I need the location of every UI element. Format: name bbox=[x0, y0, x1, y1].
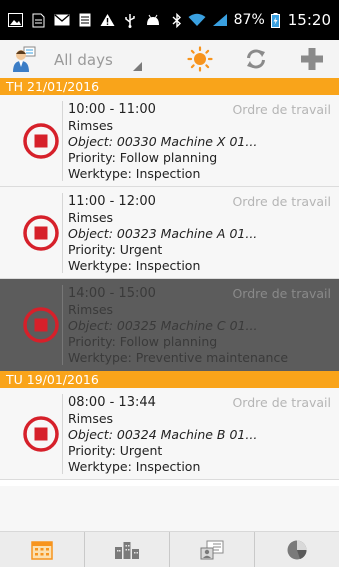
work-order-item[interactable]: Ordre de travail 10:00 - 11:00 Rimses Ob… bbox=[0, 95, 339, 187]
item-priority: Priority: Follow planning bbox=[68, 150, 218, 165]
sync-button[interactable] bbox=[241, 44, 271, 74]
item-time: 14:00 - 15:00 bbox=[68, 286, 156, 301]
dropdown-corner-icon bbox=[133, 62, 142, 71]
clock: 15:20 bbox=[287, 11, 331, 29]
date-section-header: TH 21/01/2016 bbox=[0, 78, 339, 95]
nav-id-card[interactable] bbox=[170, 532, 255, 567]
item-priority: Priority: Urgent bbox=[68, 242, 163, 257]
usb-icon bbox=[124, 13, 136, 28]
item-werktype: Werktype: Inspection bbox=[68, 166, 201, 181]
item-divider bbox=[62, 394, 63, 474]
day-filter-value: All days bbox=[54, 51, 113, 69]
stop-icon bbox=[23, 307, 59, 343]
item-time: 08:00 - 13:44 bbox=[68, 395, 156, 410]
item-werktype: Werktype: Preventive maintenance bbox=[68, 350, 289, 365]
status-bar: 87% 15:20 bbox=[0, 0, 339, 40]
item-name: Rimses bbox=[68, 210, 114, 225]
item-werktype: Werktype: Inspection bbox=[68, 258, 201, 273]
date-section-header: TU 19/01/2016 bbox=[0, 371, 339, 388]
list-empty-area bbox=[0, 486, 339, 531]
buildings-icon bbox=[115, 542, 139, 559]
item-werktype: Werktype: Inspection bbox=[68, 459, 201, 474]
notes-icon bbox=[79, 13, 91, 27]
nav-buildings[interactable] bbox=[85, 532, 170, 567]
item-name: Rimses bbox=[68, 411, 114, 426]
id-card-icon bbox=[200, 540, 224, 560]
app-screen: 87% 15:20 All days TH 21/01/2016 Ordre d… bbox=[0, 0, 339, 567]
sun-icon bbox=[187, 46, 213, 72]
item-divider bbox=[62, 193, 63, 273]
item-object: Object: 00325 Machine C 01... bbox=[68, 318, 258, 333]
mail-icon bbox=[54, 14, 70, 26]
stop-icon bbox=[23, 416, 59, 452]
warning-icon bbox=[100, 13, 115, 27]
sun-button[interactable] bbox=[185, 44, 215, 74]
document-icon bbox=[32, 13, 45, 28]
item-object: Object: 00323 Machine A 01... bbox=[68, 226, 258, 241]
item-object: Object: 00324 Machine B 01... bbox=[68, 427, 258, 442]
work-order-item[interactable]: Ordre de travail 08:00 - 13:44 Rimses Ob… bbox=[0, 388, 339, 480]
item-priority: Priority: Urgent bbox=[68, 443, 163, 458]
add-button[interactable] bbox=[297, 44, 327, 74]
day-filter-dropdown[interactable]: All days bbox=[54, 45, 142, 73]
android-icon bbox=[145, 14, 161, 26]
user-icon[interactable] bbox=[10, 44, 40, 74]
item-object: Object: 00330 Machine X 01... bbox=[68, 134, 258, 149]
stop-icon bbox=[23, 123, 59, 159]
battery-icon bbox=[270, 12, 280, 28]
item-divider bbox=[62, 101, 63, 181]
toolbar: All days bbox=[0, 40, 339, 78]
work-order-item-selected[interactable]: Ordre de travail 14:00 - 15:00 Rimses Ob… bbox=[0, 279, 339, 371]
item-name: Rimses bbox=[68, 302, 114, 317]
add-icon bbox=[301, 48, 323, 70]
item-time: 10:00 - 11:00 bbox=[68, 102, 156, 117]
sync-icon bbox=[247, 49, 265, 69]
pie-chart-icon bbox=[287, 540, 307, 560]
item-name: Rimses bbox=[68, 118, 114, 133]
item-divider bbox=[62, 285, 63, 365]
stop-icon bbox=[23, 215, 59, 251]
nav-calendar[interactable] bbox=[0, 532, 85, 567]
calendar-icon bbox=[31, 541, 53, 560]
item-time: 11:00 - 12:00 bbox=[68, 194, 156, 209]
wifi-icon bbox=[188, 13, 206, 27]
signal-icon bbox=[212, 13, 228, 27]
bluetooth-icon bbox=[172, 12, 182, 28]
battery-percentage: 87% bbox=[233, 12, 265, 28]
item-priority: Priority: Follow planning bbox=[68, 334, 218, 349]
bottom-nav bbox=[0, 531, 339, 567]
image-icon bbox=[8, 13, 23, 27]
nav-statistics[interactable] bbox=[255, 532, 339, 567]
work-order-item[interactable]: Ordre de travail 11:00 - 12:00 Rimses Ob… bbox=[0, 187, 339, 279]
